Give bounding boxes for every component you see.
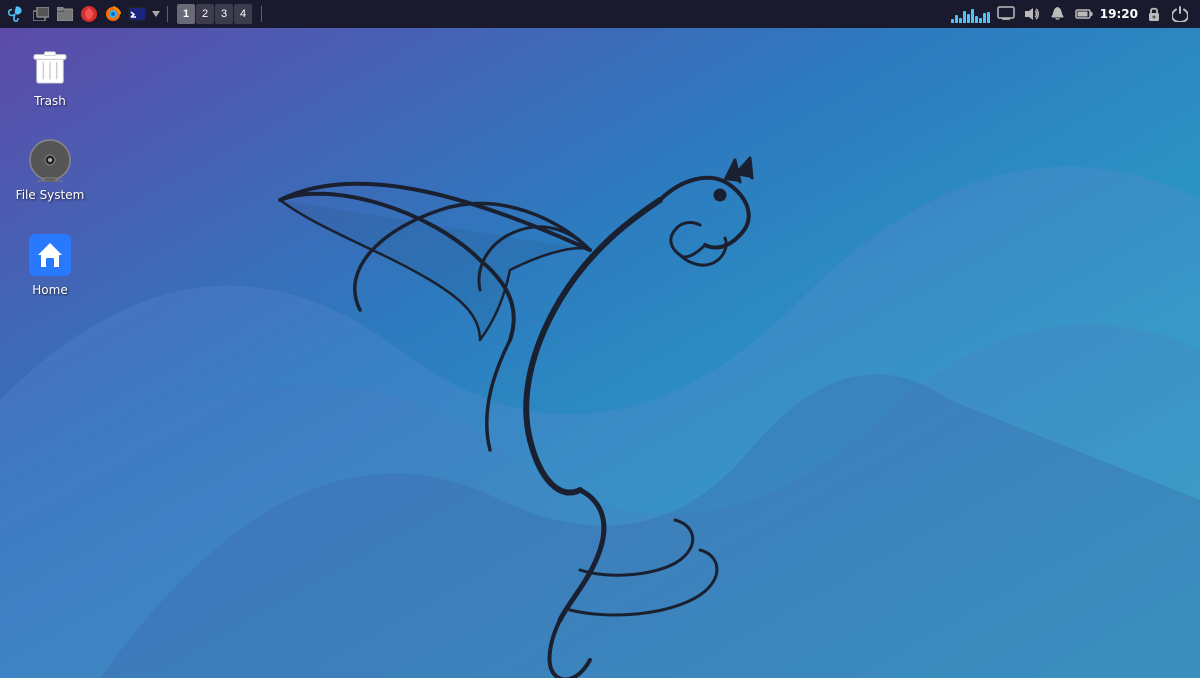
- trash-icon-image: [26, 42, 74, 90]
- filesystem-icon-image: [26, 136, 74, 184]
- chart-bar: [971, 9, 974, 23]
- terminal-dropdown-arrow[interactable]: [150, 3, 162, 25]
- desktop-icons: Trash File System: [10, 38, 90, 301]
- volume-icon[interactable]: [1022, 4, 1042, 24]
- chart-bar: [975, 16, 978, 23]
- notification-icon[interactable]: [1048, 4, 1068, 24]
- red-app-icon[interactable]: [78, 3, 100, 25]
- performance-chart: [951, 5, 990, 23]
- taskbar-right: 19:20: [951, 4, 1196, 24]
- chart-bar: [959, 18, 962, 23]
- chart-bar: [983, 13, 986, 23]
- workspace-4-button[interactable]: 4: [234, 4, 252, 24]
- workspace-1-button[interactable]: 1: [177, 4, 195, 24]
- taskbar-left: 1 2 3 4: [4, 2, 951, 26]
- lock-icon[interactable]: [1144, 4, 1164, 24]
- workspace-3-button[interactable]: 3: [215, 4, 233, 24]
- terminal-icon[interactable]: [126, 3, 148, 25]
- display-icon[interactable]: [996, 4, 1016, 24]
- clock-display[interactable]: 19:20: [1100, 7, 1138, 21]
- workspace-2-button[interactable]: 2: [196, 4, 214, 24]
- desktop: 1 2 3 4: [0, 0, 1200, 678]
- filesystem-icon-label: File System: [16, 188, 85, 202]
- chart-bar: [951, 19, 954, 23]
- chart-bar: [963, 11, 966, 23]
- taskbar-separator-1: [167, 6, 168, 22]
- chart-bar: [955, 15, 958, 23]
- trash-icon-label: Trash: [34, 94, 66, 108]
- window-stack-icon[interactable]: [30, 3, 52, 25]
- home-desktop-icon[interactable]: Home: [10, 227, 90, 301]
- home-icon-label: Home: [32, 283, 67, 297]
- workspace-switcher: 1 2 3 4: [177, 4, 252, 24]
- home-icon-image: [26, 231, 74, 279]
- battery-icon[interactable]: [1074, 4, 1094, 24]
- chart-bar: [979, 18, 982, 23]
- firefox-icon[interactable]: [102, 3, 124, 25]
- power-icon[interactable]: [1170, 4, 1190, 24]
- file-manager-icon[interactable]: [54, 3, 76, 25]
- chart-bar: [967, 14, 970, 23]
- kali-menu-button[interactable]: [4, 2, 28, 26]
- taskbar: 1 2 3 4: [0, 0, 1200, 28]
- trash-desktop-icon[interactable]: Trash: [10, 38, 90, 112]
- chart-bar: [987, 12, 990, 23]
- taskbar-separator-2: [261, 6, 262, 22]
- home-icon-container: [29, 234, 71, 276]
- filesystem-desktop-icon[interactable]: File System: [10, 132, 90, 206]
